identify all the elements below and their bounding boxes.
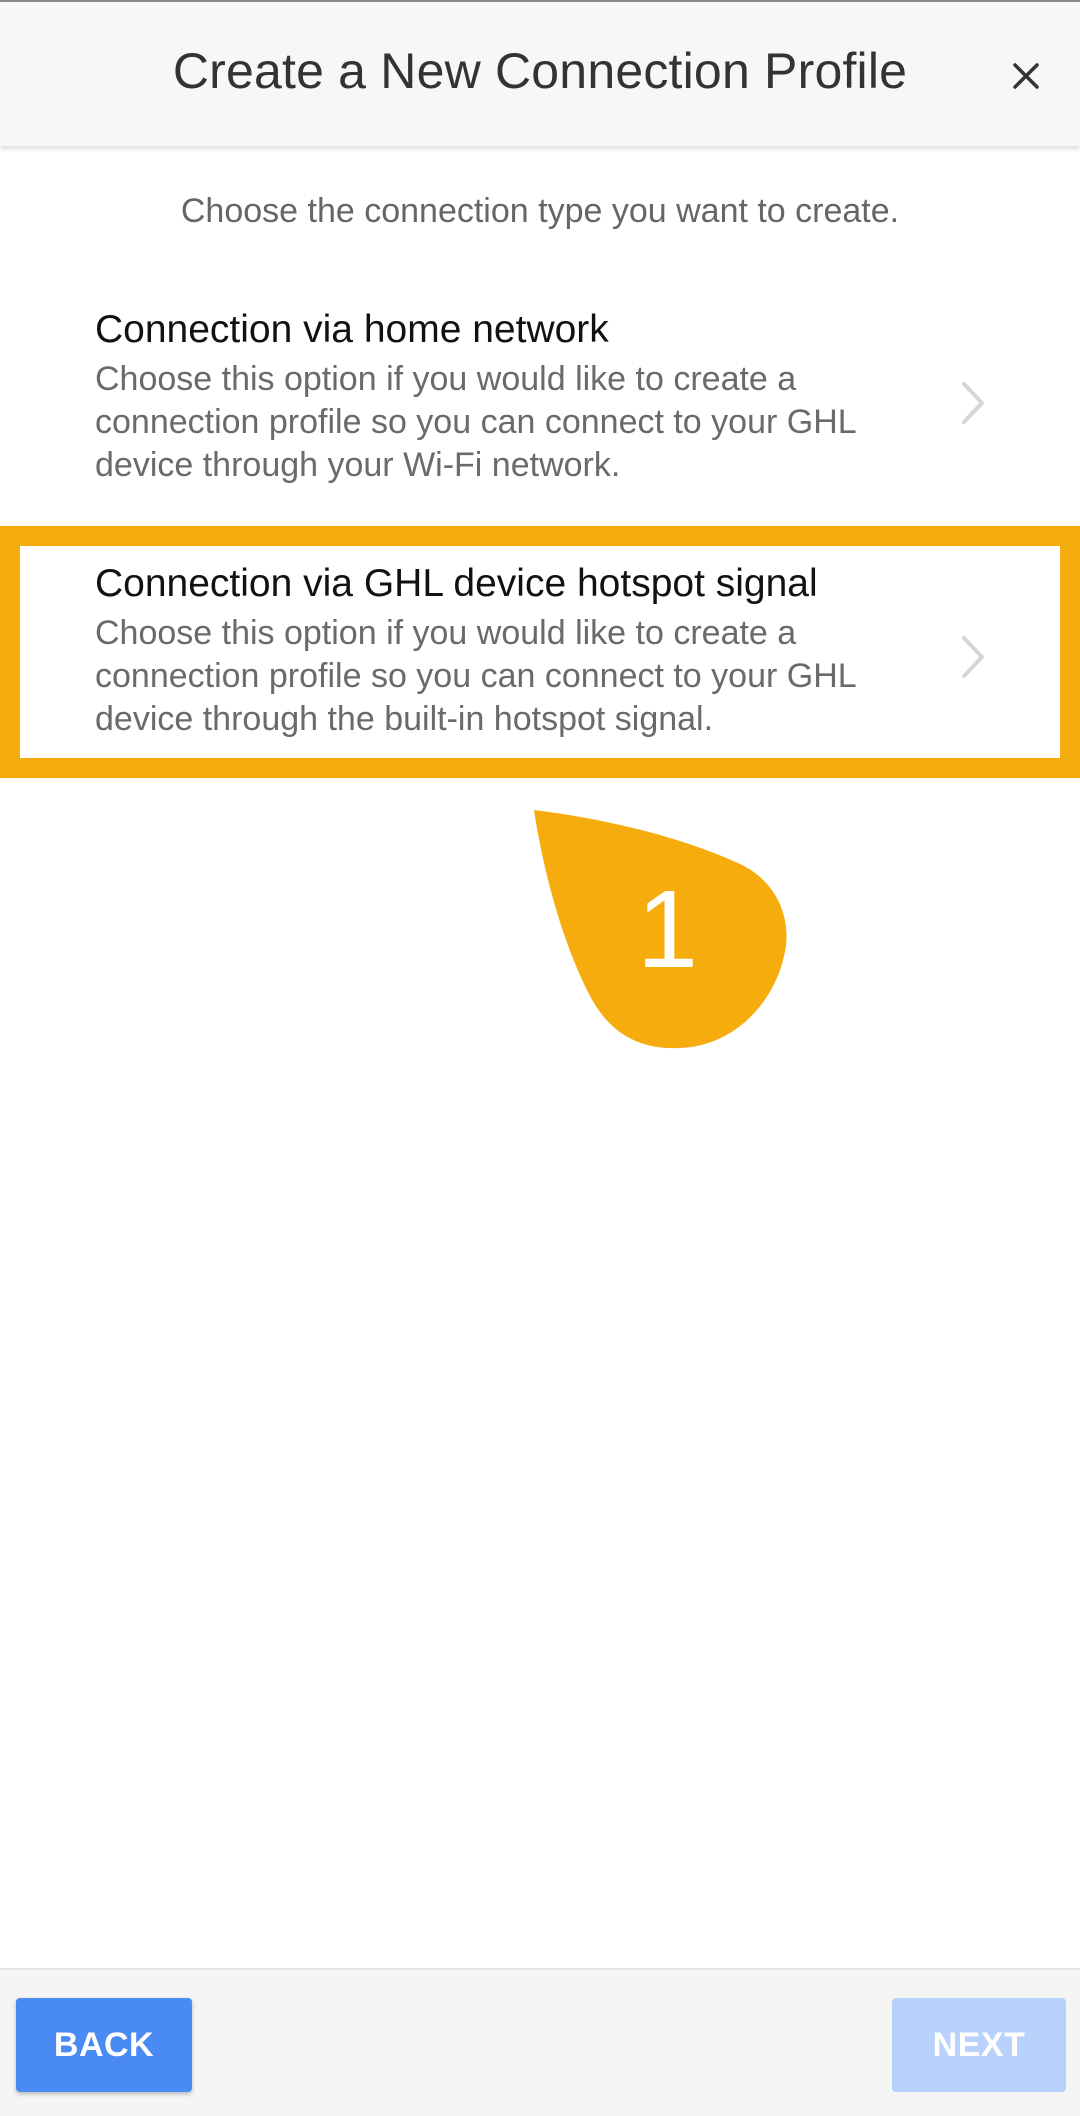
- callout-number: 1: [636, 868, 699, 991]
- page-title: Create a New Connection Profile: [172, 43, 908, 99]
- option-title: Connection via GHL device hotspot signal: [95, 562, 818, 605]
- header-bar: Create a New Connection Profile: [0, 0, 1080, 146]
- back-button[interactable]: BACK: [16, 1998, 192, 2092]
- option-home-network[interactable]: Connection via home network Choose this …: [0, 290, 1080, 520]
- create-connection-profile-page: Create a New Connection Profile Choose t…: [0, 0, 1080, 2116]
- option-title: Connection via home network: [95, 308, 609, 351]
- option-description: Choose this option if you would like to …: [95, 360, 856, 484]
- close-icon: [1013, 63, 1039, 89]
- instruction-text: Choose the connection type you want to c…: [180, 192, 900, 230]
- option-hotspot-signal[interactable]: Connection via GHL device hotspot signal…: [0, 544, 1080, 774]
- close-button[interactable]: [996, 46, 1056, 106]
- footer-bar: BACK NEXT: [0, 1968, 1080, 2116]
- chevron-right-icon: [962, 636, 984, 678]
- option-description: Choose this option if you would like to …: [95, 614, 856, 738]
- step-callout: 1: [530, 806, 790, 1050]
- chevron-right-icon: [962, 382, 984, 424]
- next-button[interactable]: NEXT: [892, 1998, 1066, 2092]
